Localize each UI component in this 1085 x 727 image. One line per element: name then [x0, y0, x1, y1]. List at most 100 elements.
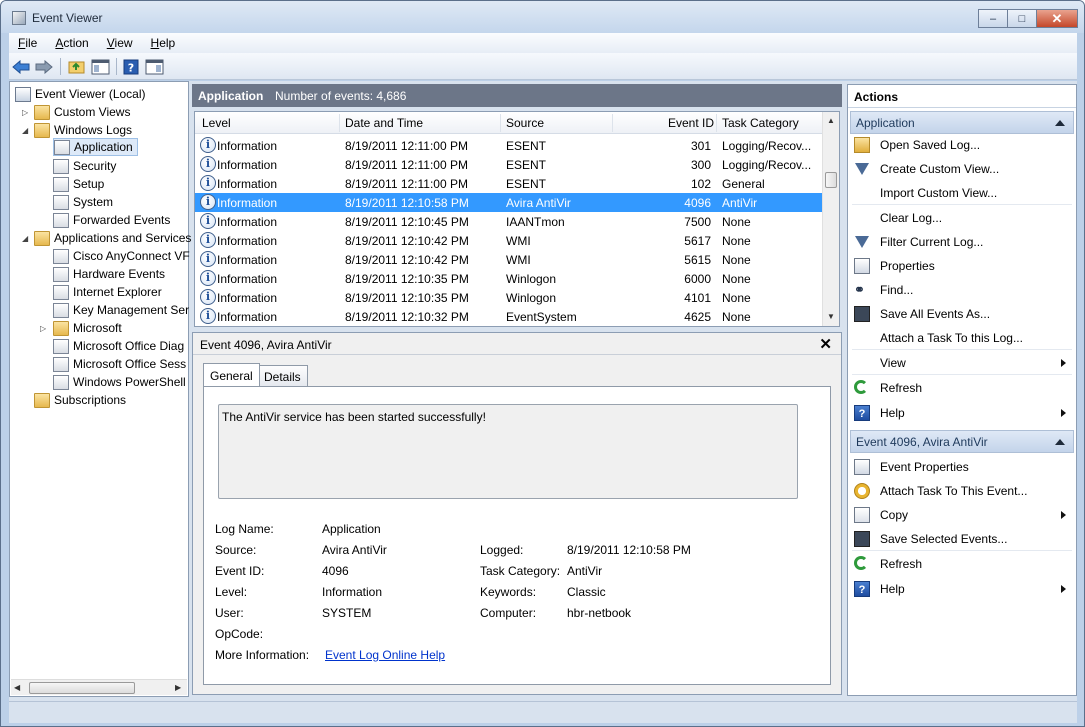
table-row[interactable]: i Information 8/19/2011 12:10:35 PM Winlogo…: [195, 269, 823, 288]
open-folder-icon: [854, 137, 870, 153]
column-source[interactable]: Source: [506, 116, 544, 130]
scroll-down-icon[interactable]: ▼: [827, 312, 835, 321]
action-save-all-events[interactable]: Save All Events As...: [852, 303, 1074, 325]
column-level[interactable]: Level: [202, 116, 231, 130]
computer-label: Computer:: [480, 606, 537, 620]
action-refresh[interactable]: Refresh: [852, 377, 1074, 399]
action-attach-task-to-event[interactable]: Attach Task To This Event...: [852, 480, 1074, 502]
scrollbar-thumb[interactable]: [825, 172, 837, 188]
menu-file[interactable]: File: [9, 36, 46, 50]
table-row[interactable]: i Information 8/19/2011 12:10:35 PM Winlogo…: [195, 288, 823, 307]
tree-item-key-management[interactable]: Key Management Ser: [53, 301, 189, 319]
tree-item-application[interactable]: Application: [53, 138, 138, 156]
back-arrow-icon[interactable]: [11, 57, 31, 76]
tree-item-root[interactable]: Event Viewer (Local): [15, 85, 146, 103]
table-row[interactable]: i Information 8/19/2011 12:10:58 PM Avira A…: [195, 193, 823, 212]
tree-item-windows-logs[interactable]: Windows Logs: [34, 121, 132, 139]
collapse-up-icon[interactable]: [1055, 439, 1065, 445]
tree-item-office-diag[interactable]: Microsoft Office Diag: [53, 337, 184, 355]
action-import-custom-view[interactable]: Import Custom View...: [852, 182, 1074, 204]
action-create-custom-view[interactable]: Create Custom View...: [852, 158, 1074, 180]
cell-level: Information: [217, 215, 278, 229]
show-hide-tree-icon[interactable]: [89, 57, 111, 76]
tree-item-system[interactable]: System: [53, 193, 113, 211]
tree-item-cisco[interactable]: Cisco AnyConnect VF: [53, 247, 190, 265]
action-help-event[interactable]: ? Help: [852, 578, 1074, 600]
tree-item-setup[interactable]: Setup: [53, 175, 104, 193]
information-icon: i: [200, 232, 216, 248]
actions-section-application[interactable]: Application: [850, 111, 1074, 134]
close-button[interactable]: ✕: [1036, 9, 1078, 28]
scroll-up-icon[interactable]: ▲: [827, 116, 835, 125]
table-row[interactable]: i Information 8/19/2011 12:10:32 PM EventSy…: [195, 307, 823, 326]
event-log-online-help-link[interactable]: Event Log Online Help: [325, 648, 445, 662]
table-row[interactable]: i Information 8/19/2011 12:10:42 PM WMI 5615…: [195, 250, 823, 269]
menu-help[interactable]: Help: [142, 36, 185, 50]
expand-arrow-icon[interactable]: ▷: [40, 324, 46, 333]
tree-item-apps-services[interactable]: Applications and Services: [34, 229, 191, 247]
action-refresh-event[interactable]: Refresh: [852, 553, 1074, 575]
action-save-selected-events[interactable]: Save Selected Events...: [852, 528, 1074, 550]
action-clear-log[interactable]: Clear Log...: [852, 207, 1074, 229]
tree-item-custom-views[interactable]: Custom Views: [34, 103, 130, 121]
tree-item-hardware-events[interactable]: Hardware Events: [53, 265, 165, 283]
scroll-left-icon[interactable]: ◀: [14, 683, 20, 692]
table-row[interactable]: i Information 8/19/2011 12:11:00 PM ESENT 30…: [195, 136, 823, 155]
action-event-properties[interactable]: Event Properties: [852, 456, 1074, 478]
scrollbar-thumb[interactable]: [29, 682, 135, 694]
menu-action[interactable]: Action: [46, 36, 97, 50]
collapse-arrow-icon[interactable]: ◢: [22, 234, 28, 243]
tree-item-office-sess[interactable]: Microsoft Office Sess: [53, 355, 186, 373]
table-row[interactable]: i Information 8/19/2011 12:10:45 PM IAANTmo…: [195, 212, 823, 231]
column-divider[interactable]: [716, 114, 717, 132]
maximize-button[interactable]: □: [1007, 9, 1037, 28]
close-detail-button[interactable]: ✕: [819, 335, 832, 353]
event-description-box[interactable]: The AntiVir service has been started suc…: [218, 404, 798, 499]
actions-section-event[interactable]: Event 4096, Avira AntiVir: [850, 430, 1074, 453]
section-title: Event 4096, Avira AntiVir: [856, 435, 988, 449]
tree-item-forwarded-events[interactable]: Forwarded Events: [53, 211, 170, 229]
column-task-category[interactable]: Task Category: [722, 116, 799, 130]
column-divider[interactable]: [612, 114, 613, 132]
log-name-label: Log Name:: [215, 522, 274, 536]
action-open-saved-log[interactable]: Open Saved Log...: [852, 134, 1074, 156]
menu-view[interactable]: View: [98, 36, 142, 50]
collapse-up-icon[interactable]: [1055, 120, 1065, 126]
action-help[interactable]: ? Help: [852, 402, 1074, 424]
tree-item-security[interactable]: Security: [53, 157, 116, 175]
column-event-id[interactable]: Event ID: [668, 116, 714, 130]
action-filter-current-log[interactable]: Filter Current Log...: [852, 231, 1074, 253]
table-row[interactable]: i Information 8/19/2011 12:10:42 PM WMI 5617…: [195, 231, 823, 250]
collapse-arrow-icon[interactable]: ◢: [22, 126, 28, 135]
show-hide-action-pane-icon[interactable]: [143, 57, 165, 76]
action-copy[interactable]: Copy: [852, 504, 1074, 526]
column-date-time[interactable]: Date and Time: [345, 116, 423, 130]
event-list-vertical-scrollbar[interactable]: ▲ ▼: [822, 112, 839, 326]
tree-item-microsoft[interactable]: Microsoft: [53, 319, 122, 337]
action-find[interactable]: ⚭ Find...: [852, 279, 1074, 301]
tree-item-powershell[interactable]: Windows PowerShell: [53, 373, 186, 391]
action-view[interactable]: View: [852, 352, 1074, 374]
cell-task-category: None: [722, 253, 751, 267]
up-folder-icon[interactable]: [66, 57, 86, 76]
column-divider[interactable]: [339, 114, 340, 132]
minimize-button[interactable]: –: [978, 9, 1008, 28]
action-attach-task-to-log[interactable]: Attach a Task To this Log...: [852, 327, 1074, 349]
forward-arrow-icon[interactable]: [34, 57, 54, 76]
opcode-label: OpCode:: [215, 627, 264, 641]
scroll-right-icon[interactable]: ▶: [175, 683, 181, 692]
action-properties[interactable]: Properties: [852, 255, 1074, 277]
tab-details[interactable]: Details: [257, 365, 308, 387]
help-icon[interactable]: ?: [121, 57, 141, 76]
tree-horizontal-scrollbar[interactable]: ◀ ▶: [11, 679, 187, 695]
expand-arrow-icon[interactable]: ▷: [22, 108, 28, 117]
tree-item-subscriptions[interactable]: Subscriptions: [34, 391, 126, 409]
action-label: Create Custom View...: [880, 162, 1000, 176]
log-icon: [53, 284, 69, 300]
tree-item-internet-explorer[interactable]: Internet Explorer: [53, 283, 162, 301]
column-divider[interactable]: [500, 114, 501, 132]
table-row[interactable]: i Information 8/19/2011 12:11:00 PM ESENT 30…: [195, 155, 823, 174]
table-row[interactable]: i Information 8/19/2011 12:11:00 PM ESENT 10…: [195, 174, 823, 193]
tab-general[interactable]: General: [203, 363, 260, 386]
tree-item-label: Microsoft Office Diag: [73, 339, 185, 353]
